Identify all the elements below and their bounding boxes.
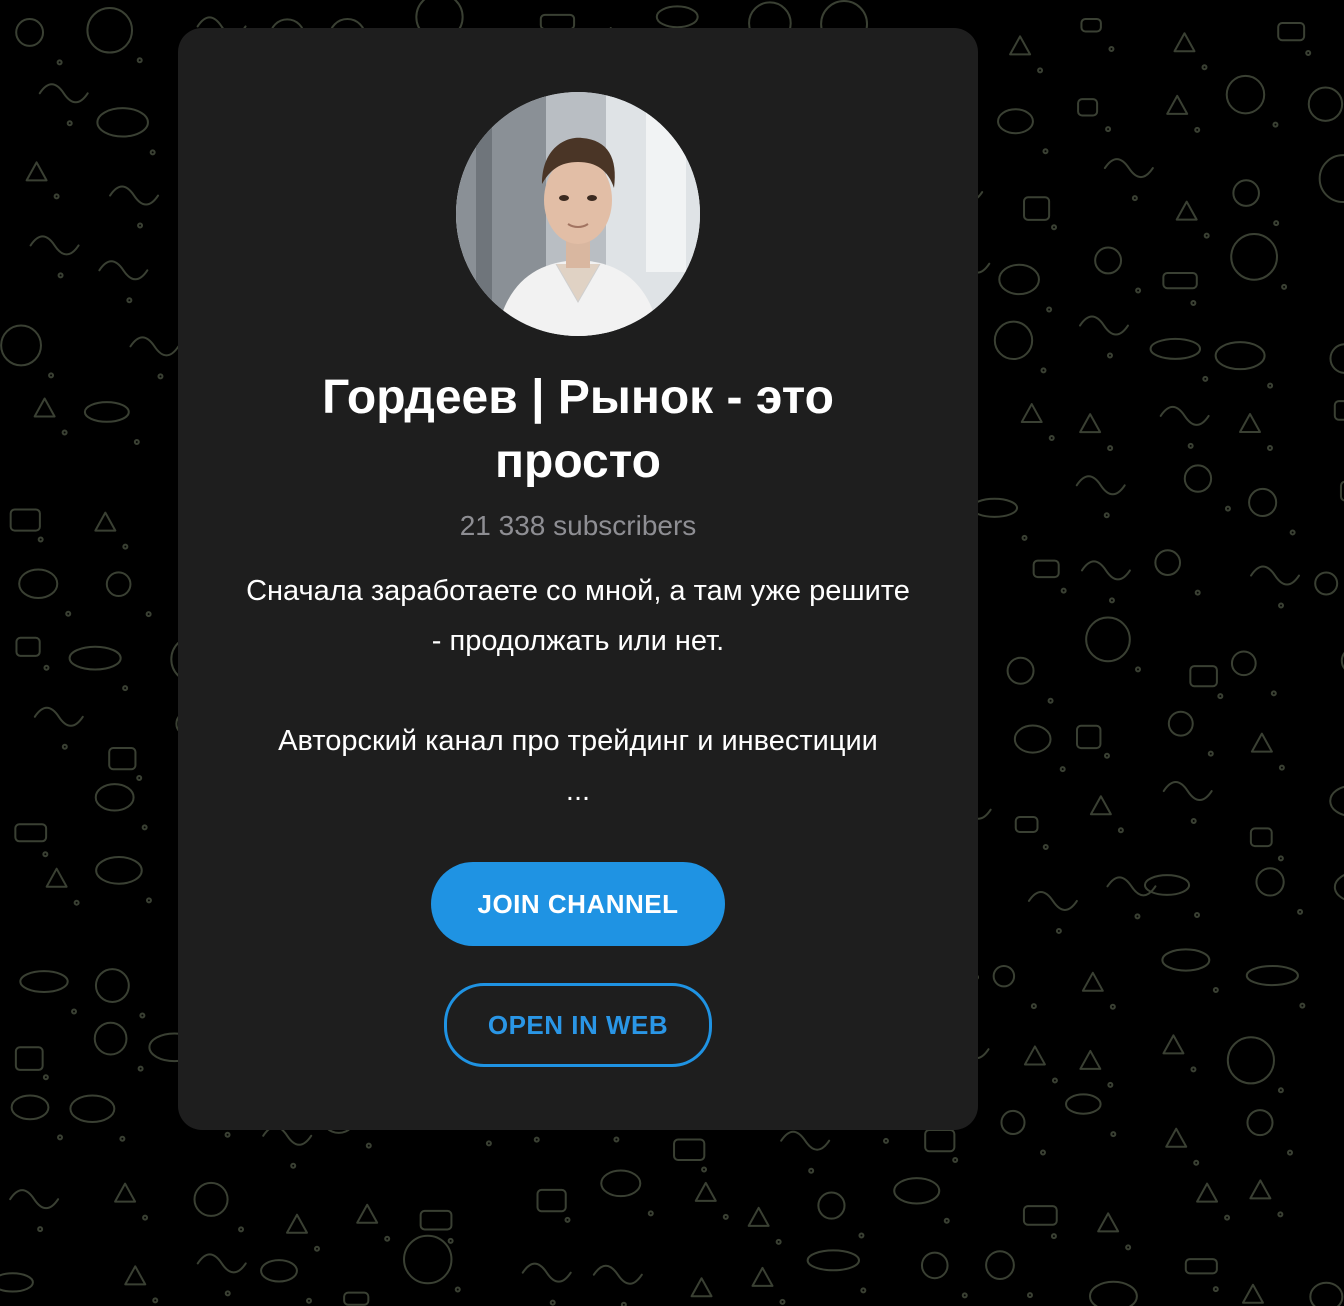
description-line: Сначала заработаете со мной, а там уже р…: [246, 575, 910, 607]
channel-avatar: [456, 92, 700, 336]
description-line: Авторский канал про трейдинг и инвестици…: [278, 725, 878, 757]
channel-description: Сначала заработаете со мной, а там уже р…: [208, 566, 948, 816]
open-in-web-button[interactable]: OPEN IN WEB: [444, 983, 712, 1067]
channel-title: Гордеев | Рынок - это просто: [322, 371, 834, 488]
channel-preview-card: Гордеев | Рынок - это просто 21 338 subs…: [178, 28, 978, 1130]
description-ellipsis: ...: [565, 775, 591, 807]
description-blank-line: [208, 666, 948, 716]
join-channel-button[interactable]: JOIN CHANNEL: [431, 862, 725, 946]
subscriber-count: 21 338 subscribers: [459, 510, 697, 541]
description-line: - продолжать или нет.: [431, 625, 725, 657]
